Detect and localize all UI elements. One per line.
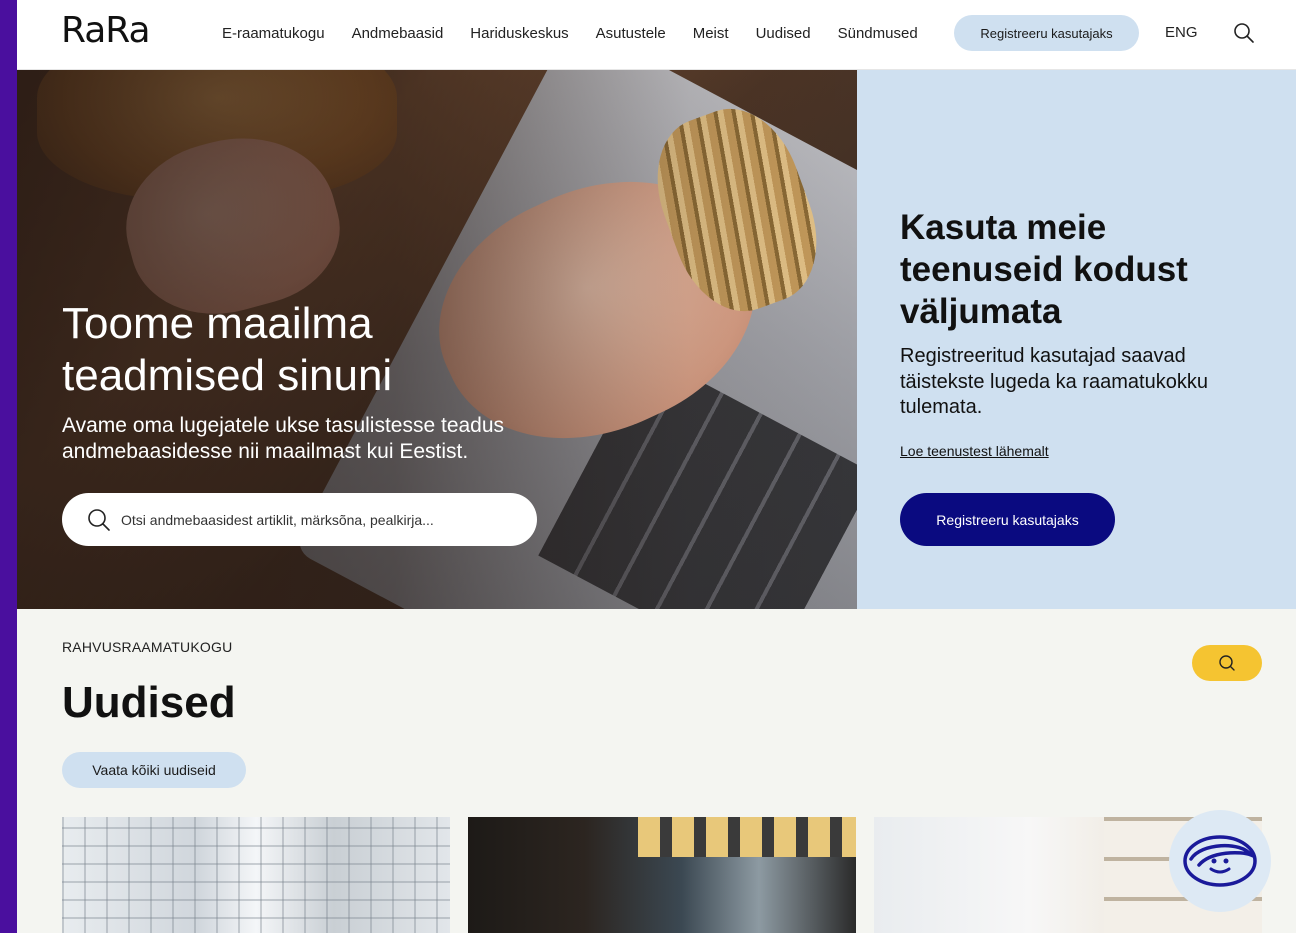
card-image-shelf-labels — [638, 817, 856, 857]
nav-item-asutustele[interactable]: Asutustele — [596, 25, 666, 42]
hero-title: Toome maailma teadmised sinuni — [62, 298, 392, 402]
promo-register-button[interactable]: Registreeru kasutajaks — [900, 493, 1115, 546]
news-eyebrow: RAHVUSRAAMATUKOGU — [62, 639, 233, 655]
chat-bot-icon — [1183, 835, 1257, 887]
search-icon — [1234, 23, 1254, 43]
news-search-button[interactable] — [1192, 645, 1262, 681]
all-news-button[interactable]: Vaata kõiki uudiseid — [62, 752, 246, 788]
promo-title: Kasuta meie teenuseid kodust väljumata — [900, 208, 1188, 331]
news-card-image[interactable] — [62, 817, 450, 933]
card-image-archive-drawers — [62, 817, 450, 933]
promo-subtitle: Registreeritud kasutajad saavad täisteks… — [900, 345, 1208, 418]
hero-banner: Toome maailma teadmised sinuni Avame oma… — [17, 70, 857, 609]
search-icon — [1219, 655, 1235, 671]
language-switch[interactable]: ENG — [1165, 24, 1198, 41]
nav-item-meist[interactable]: Meist — [693, 25, 729, 42]
page: RaRa E-raamatukogu Andmebaasid Hariduske… — [17, 0, 1296, 933]
nav-item-uudised[interactable]: Uudised — [756, 25, 811, 42]
database-search-input[interactable]: Otsi andmebaasidest artiklit, märksõna, … — [62, 493, 537, 546]
news-title: Uudised — [62, 678, 236, 727]
hero-title-line1: Toome maailma — [62, 299, 373, 348]
site-logo[interactable]: RaRa — [61, 10, 151, 51]
search-icon — [88, 508, 110, 531]
hero-title-line2: teadmised sinuni — [62, 351, 393, 400]
nav-item-hariduskeskus[interactable]: Hariduskeskus — [470, 25, 568, 42]
main-nav: E-raamatukogu Andmebaasid Hariduskeskus … — [222, 0, 945, 66]
nav-item-sundmused[interactable]: Sündmused — [838, 25, 918, 42]
header-search-button[interactable] — [1233, 22, 1255, 44]
register-button[interactable]: Registreeru kasutajaks — [954, 15, 1139, 51]
nav-item-andmebaasid[interactable]: Andmebaasid — [352, 25, 444, 42]
services-link[interactable]: Loe teenustest lähemalt — [900, 443, 1049, 459]
search-placeholder: Otsi andmebaasidest artiklit, märksõna, … — [121, 511, 434, 528]
nav-item-e-raamatukogu[interactable]: E-raamatukogu — [222, 25, 325, 42]
news-card-image[interactable] — [468, 817, 856, 933]
site-header: RaRa E-raamatukogu Andmebaasid Hariduske… — [17, 0, 1296, 70]
hero-subtitle: Avame oma lugejatele ukse tasulistesse t… — [62, 414, 505, 463]
chat-bot-button[interactable] — [1169, 810, 1271, 912]
promo-panel: Kasuta meie teenuseid kodust väljumata R… — [857, 70, 1296, 609]
